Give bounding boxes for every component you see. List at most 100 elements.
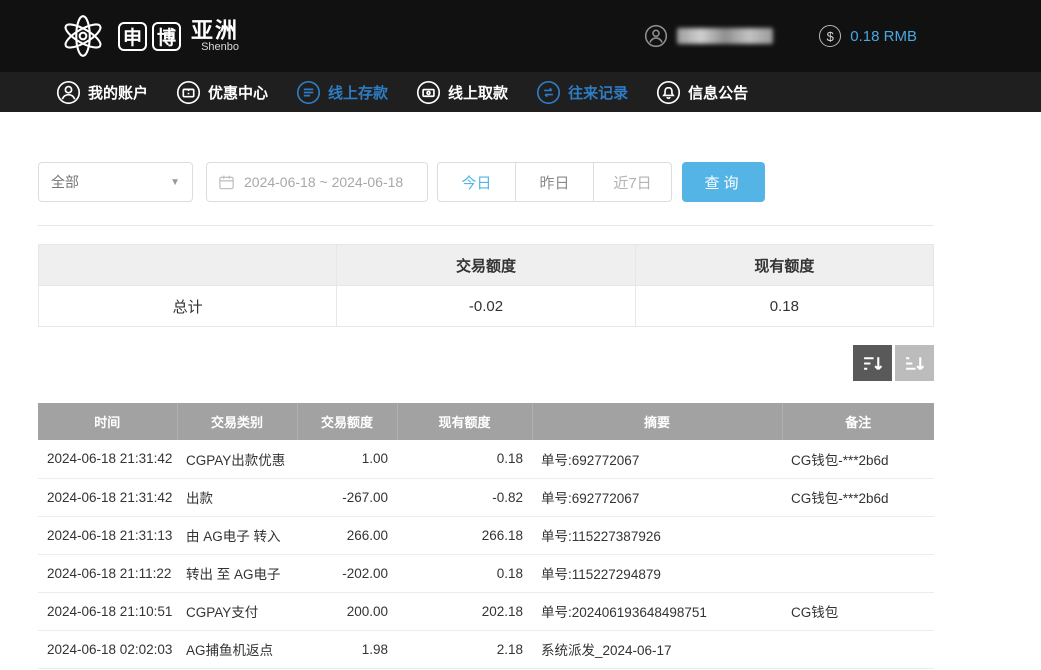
calendar-icon [218,174,235,191]
username-blurred [677,28,773,44]
records-icon [536,80,561,105]
summary-table: 交易额度 现有额度 总计 -0.02 0.18 [38,244,934,327]
table-cell: 2.18 [397,630,532,668]
brand-region-cn: 亚洲 [191,19,239,42]
brand-region: 亚洲 Shenbo [191,19,239,54]
date-range-value: 2024-06-18 ~ 2024-06-18 [244,174,403,190]
table-cell: CGPAY出款优惠 [177,440,297,478]
sort-ascending-icon [904,353,925,374]
table-cell: 单号:692772067 [532,440,782,478]
table-cell: 0.18 [397,440,532,478]
quick-range-group: 今日 昨日 近7日 [437,162,672,202]
table-cell: 200.00 [297,592,397,630]
table-cell: 由 AG电子 转入 [177,516,297,554]
table-cell: CG钱包-***2b6d [782,478,934,516]
table-row: 2024-06-18 21:10:51CGPAY支付200.00202.18单号… [38,592,934,630]
nav-item-promotions[interactable]: 优惠中心 [176,80,268,105]
content: 全部 ▼ 2024-06-18 ~ 2024-06-18 今日 昨日 近7日 查… [38,162,934,669]
transactions-table: 时间交易类别交易额度现有额度摘要备注 2024-06-18 21:31:42CG… [38,403,934,669]
column-header: 摘要 [532,403,782,440]
balance-amount: 0.18 RMB [850,28,917,45]
select-value: 全部 [51,172,79,192]
brand-subtitle: Shenbo [201,42,239,54]
table-cell: AG捕鱼机返点 [177,630,297,668]
dollar-icon: $ [819,25,841,47]
table-cell: 单号:115227294879 [532,554,782,592]
nav-label: 优惠中心 [208,82,268,103]
table-row: 2024-06-18 21:31:13由 AG电子 转入266.00266.18… [38,516,934,554]
table-cell: 266.00 [297,516,397,554]
nav-label: 线上取款 [448,82,508,103]
table-cell: CGPAY支付 [177,592,297,630]
chevron-down-icon: ▼ [170,177,180,188]
table-cell: 系统派发_2024-06-17 [532,630,782,668]
sort-controls [38,345,934,381]
column-header: 交易额度 [297,403,397,440]
user-area: $ 0.18 RMB [644,24,917,48]
main-nav: 我的账户 优惠中心 线上存款 线上取款 [0,72,1041,112]
account-icon [56,80,81,105]
table-cell: CG钱包-***2b6d [782,440,934,478]
table-cell: 2024-06-18 02:02:03 [38,630,177,668]
nav-label: 我的账户 [88,82,148,103]
summary-total-transaction: -0.02 [337,286,635,327]
quick-range-last7days[interactable]: 近7日 [593,162,672,202]
deposit-icon [296,80,321,105]
withdrawal-icon [416,80,441,105]
summary-header-transaction: 交易额度 [337,245,635,286]
filter-bar: 全部 ▼ 2024-06-18 ~ 2024-06-18 今日 昨日 近7日 查… [38,162,934,202]
sort-descending-button[interactable] [853,345,892,381]
top-header: 申 博 亚洲 Shenbo $ 0.18 RMB [0,0,1041,72]
nav-label: 信息公告 [688,82,748,103]
table-row: 2024-06-18 02:02:03AG捕鱼机返点1.982.18系统派发_2… [38,630,934,668]
table-cell: -0.82 [397,478,532,516]
transaction-type-select[interactable]: 全部 ▼ [38,162,193,202]
brand-char-1: 申 [118,22,147,51]
table-cell: 266.18 [397,516,532,554]
brand-logo[interactable]: 申 博 亚洲 Shenbo [58,11,239,61]
column-header: 交易类别 [177,403,297,440]
sort-descending-icon [862,353,883,374]
date-range-input[interactable]: 2024-06-18 ~ 2024-06-18 [206,162,428,202]
table-cell: 1.98 [297,630,397,668]
user-avatar-icon [644,24,668,48]
transactions-header-row: 时间交易类别交易额度现有额度摘要备注 [38,403,934,440]
table-cell: 2024-06-18 21:31:42 [38,440,177,478]
summary-total-label: 总计 [39,286,337,327]
quick-range-today[interactable]: 今日 [437,162,516,202]
brand-name-boxes: 申 博 [118,22,181,51]
table-row: 2024-06-18 21:11:22转出 至 AG电子-202.000.18单… [38,554,934,592]
sort-ascending-button[interactable] [895,345,934,381]
table-cell: 单号:202406193648498751 [532,592,782,630]
quick-range-yesterday[interactable]: 昨日 [515,162,594,202]
nav-label: 线上存款 [328,82,388,103]
nav-item-announcements[interactable]: 信息公告 [656,80,748,105]
table-cell: 2024-06-18 21:10:51 [38,592,177,630]
table-cell: 单号:115227387926 [532,516,782,554]
table-cell: 2024-06-18 21:31:13 [38,516,177,554]
table-cell: 202.18 [397,592,532,630]
query-button[interactable]: 查询 [682,162,765,202]
nav-item-online-deposit[interactable]: 线上存款 [296,80,388,105]
column-header: 时间 [38,403,177,440]
summary-total-row: 总计 -0.02 0.18 [39,286,934,327]
brand-char-2: 博 [152,22,181,51]
table-cell: 0.18 [397,554,532,592]
nav-item-online-withdrawal[interactable]: 线上取款 [416,80,508,105]
bell-icon [656,80,681,105]
table-cell: 2024-06-18 21:31:42 [38,478,177,516]
nav-item-transaction-records[interactable]: 往来记录 [536,80,628,105]
table-row: 2024-06-18 21:31:42出款-267.00-0.82单号:6927… [38,478,934,516]
nav-item-my-account[interactable]: 我的账户 [56,80,148,105]
table-cell: 单号:692772067 [532,478,782,516]
table-cell [782,554,934,592]
table-cell: 转出 至 AG电子 [177,554,297,592]
flower-logo-icon [58,11,108,61]
table-cell: 1.00 [297,440,397,478]
table-cell: -202.00 [297,554,397,592]
table-cell [782,630,934,668]
table-cell: 出款 [177,478,297,516]
column-header: 备注 [782,403,934,440]
divider [38,225,934,226]
summary-header-empty [39,245,337,286]
